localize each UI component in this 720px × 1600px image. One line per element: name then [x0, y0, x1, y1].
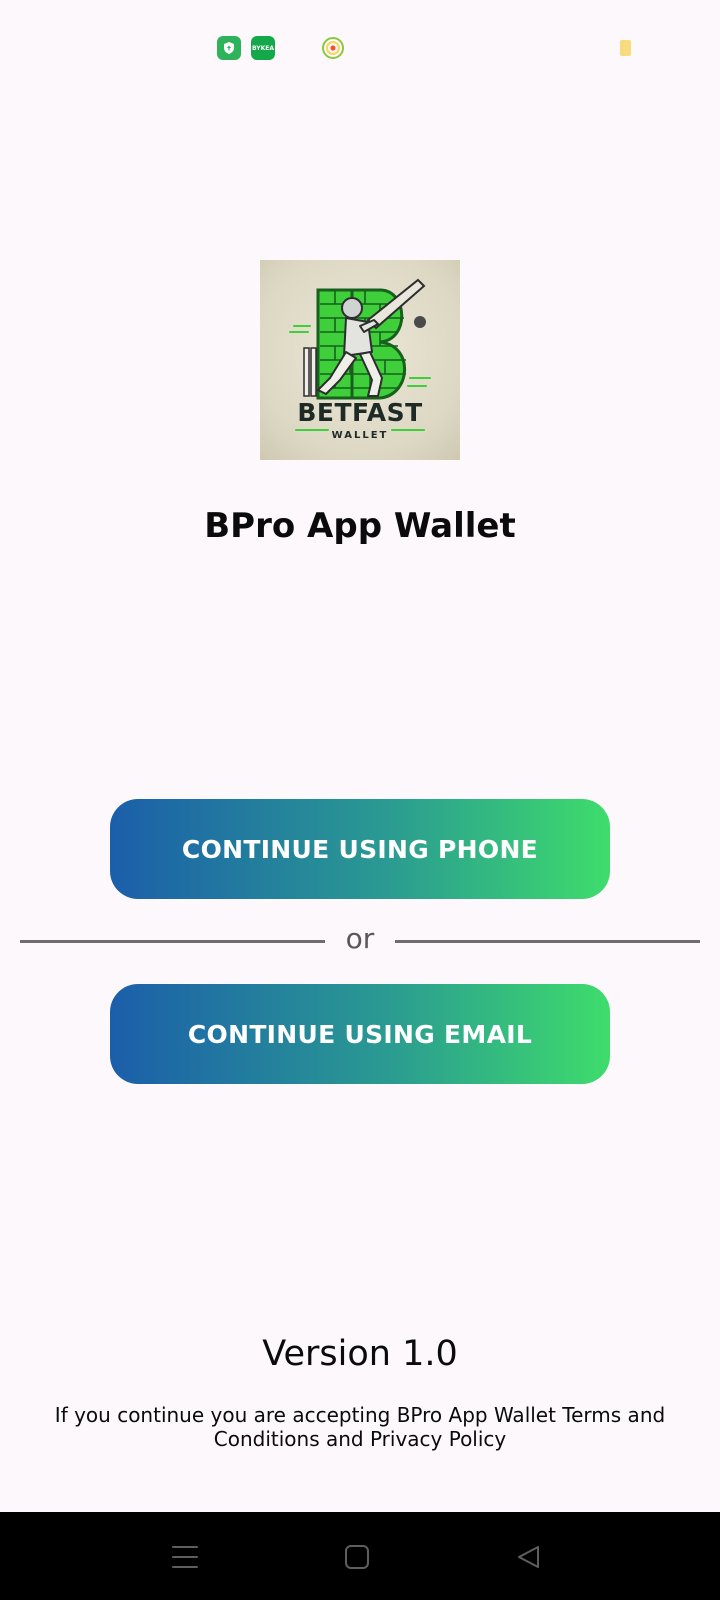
divider-line-left — [20, 940, 325, 943]
version-label: Version 1.0 — [262, 1334, 458, 1374]
menu-icon[interactable] — [168, 1540, 202, 1574]
status-bar: BYKEA — [0, 0, 720, 96]
app-name-heading: BPro App Wallet — [204, 506, 516, 546]
divider-line-right — [395, 940, 700, 943]
continue-phone-button[interactable]: CONTINUE USING PHONE — [110, 799, 610, 899]
continue-email-button[interactable]: CONTINUE USING EMAIL — [110, 984, 610, 1084]
app-logo: BETFAST WALLET — [260, 260, 460, 460]
shield-app-icon — [217, 36, 241, 60]
logo-tagline: WALLET — [331, 430, 389, 441]
home-icon[interactable] — [340, 1540, 374, 1574]
terms-notice: If you continue you are accepting BPro A… — [54, 1403, 666, 1451]
byksa-app-icon: BYKEA — [251, 36, 275, 60]
logo-wordmark: BETFAST — [297, 398, 423, 427]
system-navigation-bar — [0, 1512, 720, 1600]
back-icon[interactable] — [512, 1540, 546, 1574]
battery-icon — [620, 40, 631, 56]
divider-or-label: or — [345, 922, 375, 955]
target-app-icon — [321, 36, 345, 60]
